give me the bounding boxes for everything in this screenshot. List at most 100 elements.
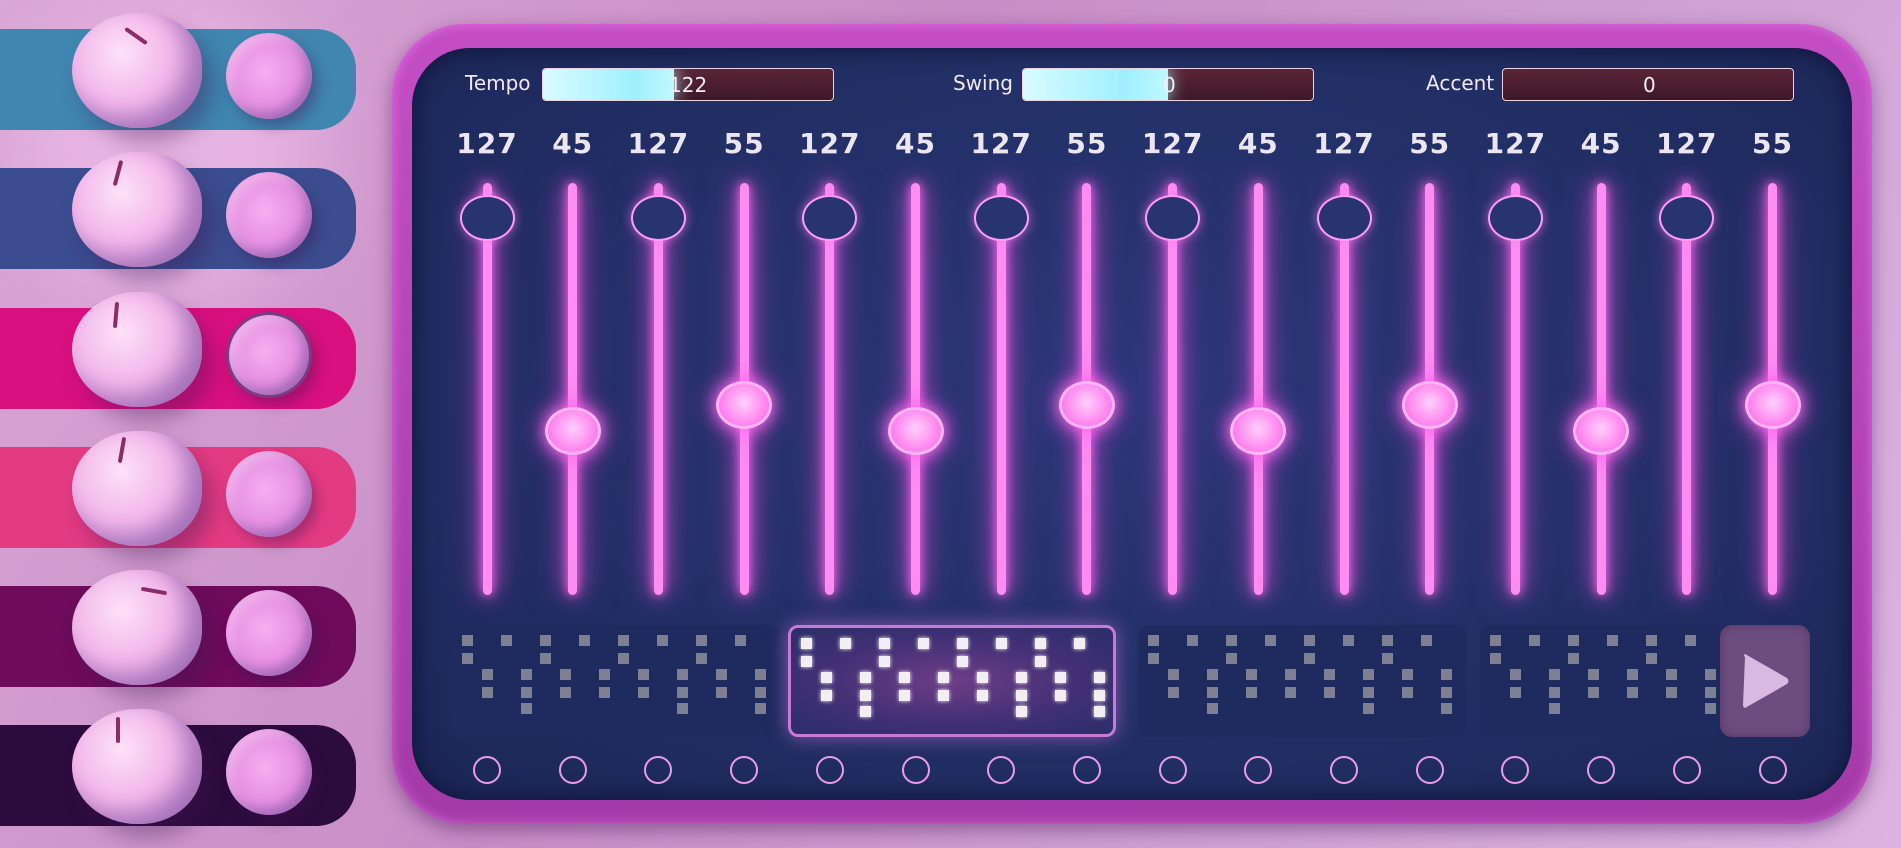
pattern-cell (481, 687, 493, 698)
step-6-thumb[interactable] (887, 407, 944, 455)
pattern-cell (801, 656, 812, 667)
step-16-indicator (1758, 756, 1787, 784)
pattern-cell (1093, 690, 1105, 701)
step-2-slider[interactable] (568, 183, 578, 595)
step-14-slider[interactable] (1596, 183, 1606, 595)
pattern-cell (976, 690, 988, 701)
channel-5-button[interactable] (226, 590, 312, 676)
pattern-cell (1343, 635, 1354, 646)
pattern-cell (598, 669, 610, 680)
step-7-thumb[interactable] (973, 195, 1029, 241)
pattern-cell (957, 638, 968, 649)
step-9-thumb[interactable] (1145, 195, 1201, 241)
step-2-thumb[interactable] (544, 407, 601, 455)
pattern-cell (1382, 653, 1393, 664)
step-6-slider[interactable] (911, 183, 920, 595)
channel-4-button[interactable] (226, 451, 312, 537)
step-5-value: 127 (799, 127, 861, 160)
knob-indicator (112, 301, 120, 329)
pattern-cell (801, 638, 812, 649)
step-7-slider[interactable] (996, 183, 1006, 595)
pattern-cell (520, 687, 532, 698)
step-12-thumb[interactable] (1401, 381, 1458, 429)
channel-4-knob[interactable] (72, 431, 202, 546)
pattern-cell (1035, 656, 1046, 667)
step-5-indicator (815, 756, 844, 784)
channel-2-button[interactable] (226, 172, 312, 258)
step-9-slider[interactable] (1168, 183, 1178, 595)
knob-indicator (117, 436, 127, 464)
step-13-slider[interactable] (1510, 183, 1520, 595)
step-11-slider[interactable] (1339, 183, 1349, 595)
step-1-slider[interactable] (482, 183, 492, 595)
pattern-cell (696, 635, 707, 646)
channel-6-knob[interactable] (72, 709, 202, 824)
step-15-thumb[interactable] (1659, 195, 1715, 241)
step-8-thumb[interactable] (1058, 381, 1115, 429)
step-3-thumb[interactable] (630, 195, 686, 241)
swing-slider[interactable]: 0 (1022, 68, 1314, 101)
pattern-cell (754, 687, 766, 698)
channel-3-knob[interactable] (72, 292, 202, 407)
channel-1 (0, 13, 356, 130)
pattern-cell (1206, 669, 1218, 680)
step-3-slider[interactable] (653, 183, 663, 595)
pattern-cell (1093, 672, 1105, 683)
tempo-slider[interactable]: 122 (542, 68, 834, 101)
channel-2-knob[interactable] (72, 152, 202, 267)
step-4-indicator (730, 756, 759, 784)
pattern-cell (1626, 687, 1638, 698)
pattern-cell (1548, 703, 1560, 714)
pattern-cell (637, 669, 649, 680)
pattern-cell (1607, 635, 1618, 646)
pattern-cell (1362, 687, 1374, 698)
step-11-value: 127 (1313, 127, 1375, 160)
pattern-cell (1245, 687, 1257, 698)
step-11-thumb[interactable] (1316, 195, 1372, 241)
pattern-cell (1382, 635, 1393, 646)
pattern-cell (1509, 687, 1521, 698)
step-16-thumb[interactable] (1744, 381, 1801, 429)
step-4-thumb[interactable] (716, 381, 773, 429)
pattern-cell (462, 635, 473, 646)
pattern-cell (618, 635, 629, 646)
play-button[interactable] (1720, 625, 1810, 737)
step-5-slider[interactable] (825, 183, 835, 595)
pattern-cell (1568, 635, 1579, 646)
pattern-cell (1440, 703, 1452, 714)
channel-3-button[interactable] (226, 312, 312, 398)
pattern-cell (1685, 635, 1696, 646)
step-10-thumb[interactable] (1230, 407, 1287, 455)
tempo-label: Tempo (465, 71, 531, 95)
pattern-cell (1226, 653, 1237, 664)
step-9-indicator (1158, 756, 1187, 784)
step-10-slider[interactable] (1253, 183, 1263, 595)
pattern-cell (1548, 687, 1560, 698)
channel-1-knob[interactable] (72, 13, 202, 128)
channel-1-button[interactable] (226, 33, 312, 119)
pattern-cell (1304, 653, 1315, 664)
pattern-cell (879, 656, 890, 667)
pattern-slot-2[interactable] (788, 625, 1116, 737)
pattern-slot-1[interactable] (452, 625, 780, 737)
step-4-value: 55 (723, 127, 765, 160)
pattern-cell (1284, 687, 1296, 698)
pattern-cell (520, 669, 532, 680)
knob-indicator (116, 717, 120, 743)
pattern-cell (501, 635, 512, 646)
channel-5-knob[interactable] (72, 570, 202, 685)
pattern-slot-4[interactable] (1480, 625, 1720, 737)
step-14-thumb[interactable] (1573, 407, 1630, 455)
step-13-thumb[interactable] (1487, 195, 1543, 241)
step-1-thumb[interactable] (459, 195, 515, 241)
step-14-indicator (1587, 756, 1616, 784)
swing-label: Swing (953, 71, 1013, 95)
channel-5 (0, 570, 356, 687)
accent-slider[interactable]: 0 (1502, 68, 1794, 101)
step-5-thumb[interactable] (802, 195, 858, 241)
pattern-cell (676, 687, 688, 698)
channel-6-button[interactable] (226, 729, 312, 815)
step-15-slider[interactable] (1682, 183, 1692, 595)
pattern-slot-3[interactable] (1138, 625, 1466, 737)
pattern-cell (879, 638, 890, 649)
